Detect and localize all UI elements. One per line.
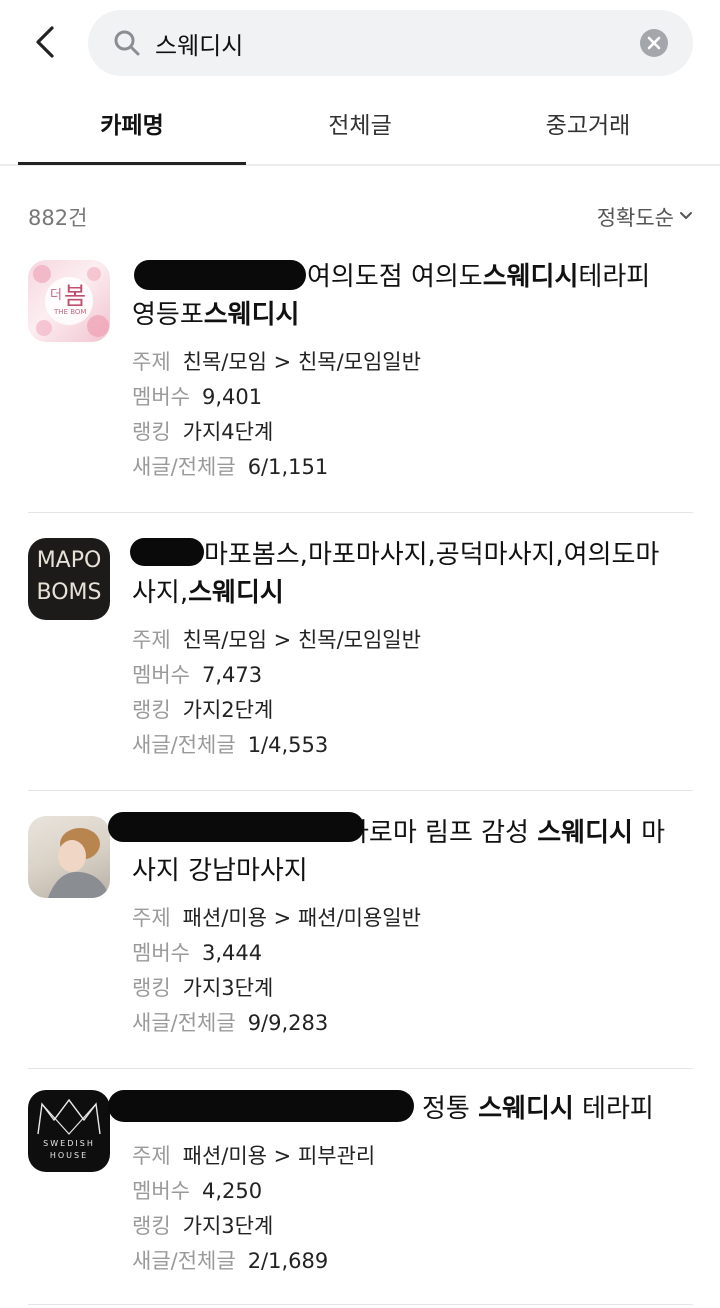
title-text: 사지, bbox=[132, 578, 189, 608]
title-text: 테라피 bbox=[578, 262, 651, 292]
divider bbox=[28, 1068, 693, 1069]
tab-used-trade[interactable]: 중고거래 bbox=[474, 90, 702, 164]
search-input[interactable] bbox=[155, 22, 615, 64]
cafe-thumbnail: SWEDISH HOUSE bbox=[28, 1090, 110, 1172]
cafe-list-item[interactable]: 더 봄 THE BOM 여의도점 여의도스웨디시테라피 영등포스웨디시 주제 친목… bbox=[0, 254, 720, 512]
cafe-thumbnail bbox=[28, 816, 110, 898]
result-count: 882건 bbox=[28, 206, 88, 230]
title-highlight: 스웨디시 bbox=[482, 262, 579, 292]
cafe-thumbnail: 더 봄 THE BOM bbox=[28, 260, 110, 342]
tab-bar: 카페명 전체글 중고거래 bbox=[0, 90, 720, 166]
title-highlight: 스웨디시 bbox=[478, 1094, 574, 1124]
title-text: 마 bbox=[632, 818, 666, 848]
title-highlight: 스웨디시 bbox=[203, 300, 300, 330]
search-header bbox=[0, 0, 720, 88]
cafe-posts: 새글/전체글 2/1,689 bbox=[132, 1249, 329, 1273]
back-arrow-icon[interactable] bbox=[26, 20, 66, 64]
redaction-mark bbox=[108, 1090, 414, 1122]
sort-dropdown[interactable]: 정확도순 bbox=[597, 202, 694, 232]
redaction-mark bbox=[130, 538, 204, 566]
cafe-posts: 새글/전체글 6/1,151 bbox=[132, 455, 329, 479]
cafe-thumbnail: MAPO BOMS bbox=[28, 538, 110, 620]
cafe-topic: 주제 친목/모임 > 친목/모임일반 bbox=[132, 628, 421, 652]
cafe-list-item[interactable]: 아로마 림프 감성 스웨디시 마 사지 강남마사지 주제 패션/미용 > 패션/미… bbox=[0, 810, 720, 1068]
cafe-list-item[interactable]: SWEDISH HOUSE 정통 스웨디시 테라피 주제 패션/미용 > 피부관리… bbox=[0, 1088, 720, 1308]
cafe-posts: 새글/전체글 1/4,553 bbox=[132, 733, 329, 757]
chevron-down-icon bbox=[680, 212, 692, 219]
title-text: 사지 강남마사지 bbox=[132, 856, 308, 886]
cafe-members: 멤버수 4,250 bbox=[132, 1179, 263, 1203]
logo-text: BOMS bbox=[36, 580, 102, 605]
search-icon bbox=[114, 30, 140, 56]
close-icon bbox=[647, 36, 661, 50]
cafe-posts: 새글/전체글 9/9,283 bbox=[132, 1011, 329, 1035]
tab-all-posts[interactable]: 전체글 bbox=[246, 90, 474, 164]
cafe-members: 멤버수 7,473 bbox=[132, 663, 263, 687]
title-text: 마포봄스,마포마사지,공덕마사지,여의도마 bbox=[204, 540, 660, 570]
divider bbox=[28, 1304, 693, 1305]
cafe-members: 멤버수 9,401 bbox=[132, 385, 263, 409]
title-text: 여의도점 여의도 bbox=[307, 262, 483, 292]
cafe-topic: 주제 패션/미용 > 패션/미용일반 bbox=[132, 906, 421, 930]
redaction-mark bbox=[108, 812, 364, 842]
tab-cafe-name[interactable]: 카페명 bbox=[18, 90, 246, 164]
cafe-topic: 주제 패션/미용 > 피부관리 bbox=[132, 1144, 376, 1168]
logo-text: MAPO bbox=[36, 548, 102, 573]
title-text: 아로마 림프 감성 bbox=[345, 818, 538, 848]
search-box[interactable] bbox=[88, 10, 693, 76]
cafe-ranking: 랭킹 가지2단계 bbox=[132, 698, 274, 722]
sort-label: 정확도순 bbox=[596, 206, 674, 230]
cafe-list-item[interactable]: MAPO BOMS 마포봄스,마포마사지,공덕마사지,여의도마 사지,스웨디시 … bbox=[0, 532, 720, 790]
cafe-members: 멤버수 3,444 bbox=[132, 941, 263, 965]
logo-subtext: THE BOM bbox=[54, 308, 87, 316]
divider bbox=[28, 512, 693, 513]
cafe-ranking: 랭킹 가지3단계 bbox=[132, 976, 274, 1000]
cafe-topic: 주제 친목/모임 > 친목/모임일반 bbox=[132, 350, 421, 374]
title-text: 영등포 bbox=[132, 300, 204, 330]
logo-text: 봄 bbox=[64, 282, 87, 310]
logo-text: HOUSE bbox=[49, 1151, 89, 1160]
title-highlight: 스웨디시 bbox=[537, 818, 633, 848]
person-photo bbox=[48, 828, 110, 898]
active-tab-indicator bbox=[18, 162, 246, 165]
title-highlight: 스웨디시 bbox=[188, 578, 284, 608]
logo-text: 더 bbox=[50, 288, 62, 303]
title-text: 정통 bbox=[422, 1094, 479, 1124]
logo-text: SWEDISH bbox=[43, 1139, 95, 1148]
cafe-ranking: 랭킹 가지4단계 bbox=[132, 420, 274, 444]
clear-search-button[interactable] bbox=[640, 29, 668, 57]
title-text: 테라피 bbox=[573, 1094, 654, 1124]
cafe-ranking: 랭킹 가지3단계 bbox=[132, 1214, 274, 1238]
cafe-title[interactable]: 마포봄스,마포마사지,공덕마사지,여의도마 사지,스웨디시 bbox=[132, 536, 697, 612]
divider bbox=[28, 790, 693, 791]
redaction-mark bbox=[134, 260, 306, 290]
